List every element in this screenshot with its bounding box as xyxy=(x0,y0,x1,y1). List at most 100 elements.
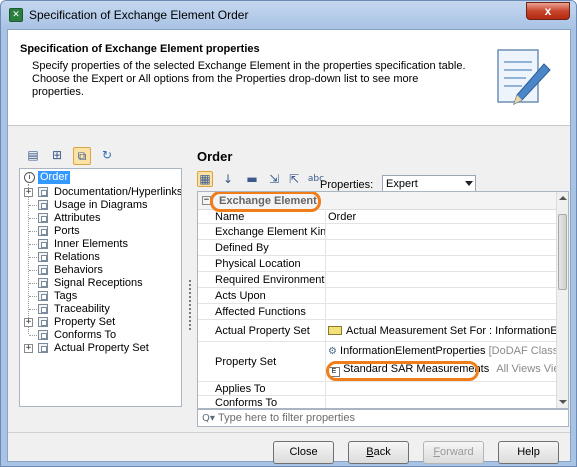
package-icon: ⚙ xyxy=(328,346,337,357)
table-row[interactable]: Applies To xyxy=(198,382,557,396)
tree-item-actual-property-set[interactable]: + Actual Property Set xyxy=(20,342,180,355)
table-row[interactable]: Conforms To xyxy=(198,396,557,408)
node-icon xyxy=(38,187,48,197)
search-icon: Q▾ xyxy=(202,413,215,424)
node-icon xyxy=(38,265,48,275)
table-row[interactable]: Defined By xyxy=(198,240,557,256)
scroll-up-icon[interactable] xyxy=(559,196,567,200)
tree-item-label: Attributes xyxy=(54,212,101,224)
table-row[interactable]: Actual Property Set Actual Measurement S… xyxy=(198,320,557,342)
tree-connector xyxy=(29,244,37,245)
forward-button-label: orward xyxy=(440,446,474,458)
tree-item-inner-elements[interactable]: Inner Elements xyxy=(20,238,180,251)
document-pencil-icon xyxy=(497,49,551,105)
tree-connector xyxy=(29,218,37,219)
property-value[interactable]: Order xyxy=(328,211,557,223)
tree-item-label: Usage in Diagrams xyxy=(54,199,148,211)
header-panel: Specification of Exchange Element proper… xyxy=(8,30,570,126)
tree-item-property-set[interactable]: + Property Set xyxy=(20,316,180,329)
tree-item-behaviors[interactable]: Behaviors xyxy=(20,264,180,277)
property-name: Exchange Element Kind xyxy=(198,224,326,239)
tree-item-traceability[interactable]: Traceability xyxy=(20,303,180,316)
header-description: Specify properties of the selected Excha… xyxy=(32,60,466,98)
property-name: Acts Upon xyxy=(198,288,326,303)
scroll-down-icon[interactable] xyxy=(559,400,567,404)
table-row[interactable]: Exchange Element Kind xyxy=(198,224,557,240)
element-title: Order xyxy=(197,149,233,164)
expand-icon[interactable]: + xyxy=(24,344,33,353)
tree-view-icon[interactable]: ⊞ xyxy=(48,147,66,165)
tree-root[interactable]: i Order xyxy=(20,171,180,184)
node-icon xyxy=(38,252,48,262)
sort-alphabetically-icon[interactable]: ↓ xyxy=(219,171,237,189)
scrollbar-thumb[interactable] xyxy=(558,214,567,290)
property-value-text: Actual Measurement Set For : Information… xyxy=(346,325,557,337)
tree-item-label: Inner Elements xyxy=(54,238,128,250)
expand-icon[interactable]: + xyxy=(24,318,33,327)
tree-item-documentation[interactable]: + Documentation/Hyperlinks xyxy=(20,186,181,199)
compartment-view-icon[interactable]: ⧉ xyxy=(73,147,91,165)
properties-label: Properties: xyxy=(320,179,374,191)
header-title: Specification of Exchange Element proper… xyxy=(20,43,260,55)
tree-connector xyxy=(29,270,37,271)
tree-item-relations[interactable]: Relations xyxy=(20,251,180,264)
refresh-icon[interactable]: ↻ xyxy=(98,147,116,165)
node-icon xyxy=(38,213,48,223)
node-icon xyxy=(38,317,48,327)
expand-icon[interactable]: + xyxy=(24,188,33,197)
tree-item-label: Ports xyxy=(54,225,80,237)
info-icon: i xyxy=(24,172,35,183)
node-icon xyxy=(38,304,48,314)
tree-item-tags[interactable]: Tags xyxy=(20,290,180,303)
vertical-scrollbar[interactable] xyxy=(556,192,568,408)
categorized-view-icon[interactable]: ▦ xyxy=(197,171,213,187)
list-view-icon[interactable]: ▤ xyxy=(24,147,42,165)
tree-item-label: Relations xyxy=(54,251,100,263)
table-row[interactable]: Affected Functions xyxy=(198,304,557,320)
tree-connector xyxy=(29,205,37,206)
tree-item-conforms-to[interactable]: Conforms To xyxy=(20,329,180,342)
property-value-line[interactable]: ⚙ InformationElementProperties [DoDAF Cl… xyxy=(328,342,557,360)
dialog-body: Specification of Exchange Element proper… xyxy=(7,29,571,464)
back-button[interactable]: Back xyxy=(348,441,409,464)
table-row[interactable]: Acts Upon xyxy=(198,288,557,304)
forward-button[interactable]: Forward xyxy=(423,441,484,464)
property-name: Actual Property Set xyxy=(198,320,326,341)
tree-connector xyxy=(29,283,37,284)
node-icon xyxy=(38,239,48,249)
property-name: Property Set xyxy=(198,342,326,381)
table-row[interactable]: Name Order xyxy=(198,211,557,224)
property-name: Name xyxy=(198,211,326,223)
tree-item-label: Tags xyxy=(54,290,78,302)
property-name: Applies To xyxy=(198,382,326,395)
property-value[interactable]: Actual Measurement Set For : Information… xyxy=(328,320,557,342)
property-name: Required Environment xyxy=(198,272,326,287)
highlight-oval xyxy=(210,192,321,212)
node-icon xyxy=(38,291,48,301)
help-button[interactable]: Help xyxy=(498,441,559,464)
tree-item-signal-receptions[interactable]: Signal Receptions xyxy=(20,277,180,290)
table-row[interactable]: Required Environment xyxy=(198,272,557,288)
tree-item-attributes[interactable]: Attributes xyxy=(20,212,180,225)
properties-selected: Expert xyxy=(386,178,418,190)
tree-connector xyxy=(29,335,37,336)
back-button-hotkey: B xyxy=(366,446,374,458)
back-button-label: ack xyxy=(373,446,391,458)
tree-item-label: Traceability xyxy=(54,303,110,315)
filter-placeholder: Type here to filter properties xyxy=(218,412,355,424)
node-icon xyxy=(38,278,48,288)
tree-item-ports[interactable]: Ports xyxy=(20,225,180,238)
filter-input[interactable]: Q▾ Type here to filter properties xyxy=(197,409,569,427)
node-icon xyxy=(38,200,48,210)
splitter-handle[interactable] xyxy=(189,280,191,330)
tree-item-label: Property Set xyxy=(54,316,116,328)
collapse-all-icon[interactable]: ▬ xyxy=(243,171,261,189)
table-row[interactable]: Physical Location xyxy=(198,256,557,272)
window-title: Specification of Exchange Element Order xyxy=(29,8,249,22)
title-bar[interactable]: ✕ Specification of Exchange Element Orde… xyxy=(1,1,576,29)
close-window-button[interactable]: x xyxy=(526,2,570,20)
expand-icon-toolbar[interactable]: ⇲ xyxy=(265,171,283,189)
close-button[interactable]: Close xyxy=(273,441,334,464)
tree-item-usage[interactable]: Usage in Diagrams xyxy=(20,199,180,212)
inherited-icon[interactable]: ⇱ xyxy=(285,171,303,189)
